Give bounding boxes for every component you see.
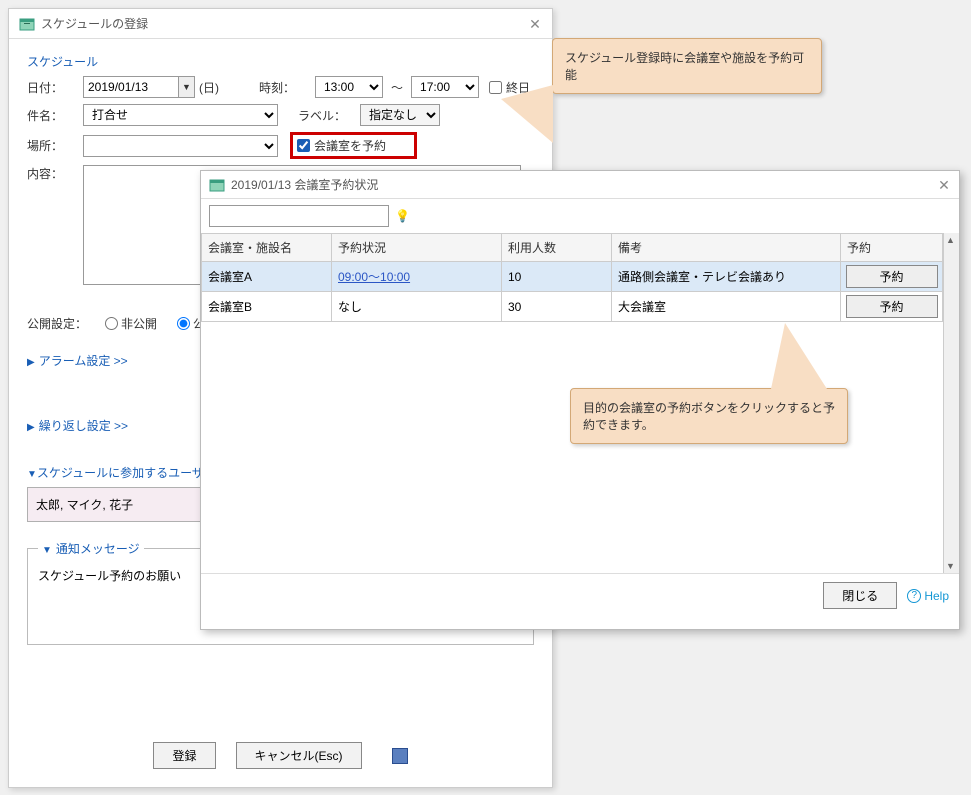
reserve-button[interactable]: 予約 — [846, 295, 938, 318]
day-of-week: (日) — [199, 79, 219, 96]
col-capacity: 利用人数 — [502, 234, 612, 262]
time-tilde: ～ — [391, 79, 403, 96]
label-label: ラベル： — [298, 107, 354, 124]
status-time-link[interactable]: 09:00～10:00 — [338, 270, 410, 284]
room-dialog-titlebar: 2019/01/13 会議室予約状況 ✕ — [201, 171, 959, 199]
room-dialog-title: 2019/01/13 会議室予約状況 — [231, 176, 937, 193]
date-dropdown-icon[interactable]: ▼ — [179, 76, 195, 98]
time-label: 時刻： — [259, 79, 315, 96]
date-label: 日付： — [27, 79, 83, 96]
dialog-button-bar: 登録 キャンセル(Esc) — [9, 742, 552, 769]
time-end-select[interactable]: 17:00 — [411, 76, 479, 98]
calendar-icon — [209, 177, 225, 193]
dialog-title: スケジュールの登録 — [41, 15, 528, 32]
room-table: 会議室・施設名 予約状況 利用人数 備考 予約 会議室A 09:00～10:00 1… — [201, 233, 959, 322]
place-select[interactable] — [83, 135, 278, 157]
section-heading: スケジュール — [27, 53, 534, 70]
reserve-room-label: 会議室を予約 — [314, 137, 386, 154]
table-row[interactable]: 会議室A 09:00～10:00 10通路側会議室・テレビ会議あり予約 — [202, 262, 959, 292]
callout-bottom: 目的の会議室の予約ボタンをクリックすると予約できます。 — [570, 388, 848, 444]
time-start-select[interactable]: 13:00 — [315, 76, 383, 98]
close-icon[interactable]: ✕ — [937, 178, 951, 192]
col-note: 備考 — [612, 234, 841, 262]
subject-select[interactable]: 打合せ — [83, 104, 278, 126]
cell-status: なし — [332, 292, 502, 322]
content-label: 内容： — [27, 165, 83, 182]
private-label: 非公開 — [121, 315, 157, 332]
cancel-button[interactable]: キャンセル(Esc) — [236, 742, 362, 769]
cell-name: 会議室A — [202, 262, 332, 292]
col-name: 会議室・施設名 — [202, 234, 332, 262]
notify-legend: ▼通知メッセージ — [38, 540, 144, 557]
expand-icon: ▶ — [27, 422, 35, 433]
scroll-down-icon[interactable]: ▼ — [946, 561, 955, 571]
cell-status: 09:00～10:00 — [332, 262, 502, 292]
private-radio[interactable] — [105, 317, 118, 330]
col-status: 予約状況 — [332, 234, 502, 262]
room-search-row: 💡 — [201, 199, 959, 233]
save-icon[interactable] — [392, 748, 408, 764]
callout-top: スケジュール登録時に会議室や施設を予約可能 — [552, 38, 822, 94]
expand-icon: ▶ — [27, 357, 35, 368]
table-row[interactable]: 会議室Bなし30大会議室予約 — [202, 292, 959, 322]
cell-capacity: 10 — [502, 262, 612, 292]
scrollbar[interactable]: ▲ ▼ — [943, 233, 959, 573]
calendar-icon — [19, 16, 35, 32]
room-search-input[interactable] — [209, 205, 389, 227]
cell-reserve: 予約 — [841, 292, 943, 322]
publish-label: 公開設定： — [27, 315, 97, 332]
reserve-room-checkbox[interactable] — [297, 139, 310, 152]
col-reserve: 予約 — [841, 234, 943, 262]
cell-name: 会議室B — [202, 292, 332, 322]
help-link[interactable]: ?Help — [907, 589, 949, 603]
subject-row: 件名： 打合せ ラベル： 指定なし — [27, 104, 534, 126]
public-radio[interactable] — [177, 317, 190, 330]
cell-capacity: 30 — [502, 292, 612, 322]
reserve-room-highlight: 会議室を予約 — [290, 132, 417, 159]
place-label: 場所： — [27, 137, 83, 154]
cell-note: 大会議室 — [612, 292, 841, 322]
room-dialog-footer: 閉じる ?Help — [201, 573, 959, 617]
cell-note: 通路側会議室・テレビ会議あり — [612, 262, 841, 292]
place-row: 場所： 会議室を予約 — [27, 132, 534, 159]
help-icon: ? — [907, 589, 921, 603]
close-button[interactable]: 閉じる — [823, 582, 897, 609]
subject-label: 件名： — [27, 107, 83, 124]
date-input[interactable] — [83, 76, 179, 98]
dialog-titlebar: スケジュールの登録 ✕ — [9, 9, 552, 39]
reserve-button[interactable]: 予約 — [846, 265, 938, 288]
date-row: 日付： ▼ (日) 時刻： 13:00 ～ 17:00 終日 — [27, 76, 534, 98]
label-select[interactable]: 指定なし — [360, 104, 440, 126]
close-icon[interactable]: ✕ — [528, 17, 542, 31]
register-button[interactable]: 登録 — [153, 742, 215, 769]
scroll-up-icon[interactable]: ▲ — [946, 235, 955, 245]
cell-reserve: 予約 — [841, 262, 943, 292]
hint-icon[interactable]: 💡 — [395, 209, 410, 223]
private-radio-wrap[interactable]: 非公開 — [105, 315, 157, 332]
